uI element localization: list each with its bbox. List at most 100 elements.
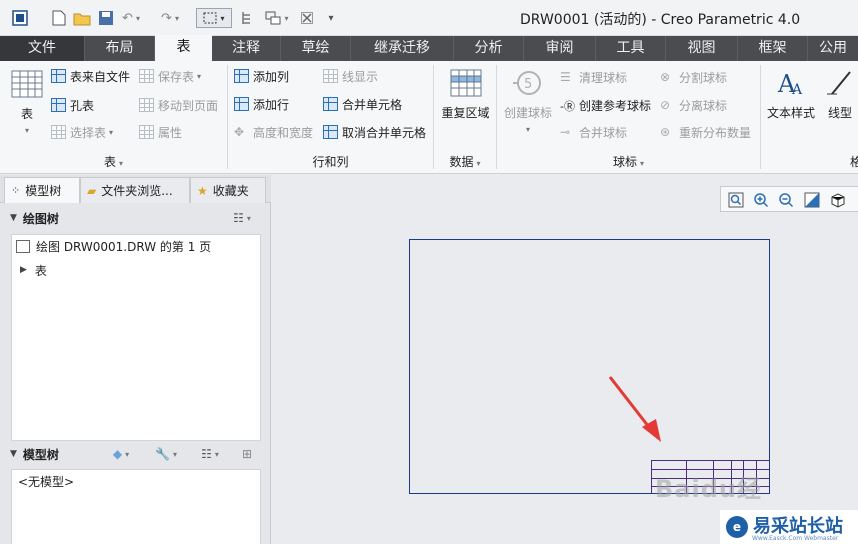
refit-icon[interactable] xyxy=(727,191,745,209)
table-from-file-button[interactable]: 表来自文件 xyxy=(51,66,130,86)
select-table-button[interactable]: 选择表 ▾ xyxy=(51,122,113,142)
filter-icon: ⊞ xyxy=(241,447,253,461)
line-display-button[interactable]: 线显示 xyxy=(323,66,378,86)
title-bar: ↶ ▾ ↷ ▾ ▾ ▾ ▾ DRW0001 (活动的) - Creo Paramet… xyxy=(0,0,858,36)
tab-view[interactable]: 视图 xyxy=(666,36,738,61)
zoom-in-icon[interactable] xyxy=(752,191,770,209)
folder-browser-tab-label: 文件夹浏览... xyxy=(101,184,173,198)
properties-label: 属性 xyxy=(158,125,183,140)
windows-icon[interactable]: ▾ xyxy=(262,8,292,28)
tab-analysis[interactable]: 分析 xyxy=(454,36,524,61)
svg-text:5: 5 xyxy=(524,77,532,92)
redistribute-qty-button[interactable]: ⊛ 重新分布数量 xyxy=(660,122,751,142)
tab-layout[interactable]: 布局 xyxy=(85,36,155,61)
ribbon-tab-strip: 文件 布局 表 注释 草绘 继承迁移 分析 审阅 工具 视图 框架 公用 xyxy=(0,35,858,61)
line-style-button[interactable]: 线型 xyxy=(822,68,858,121)
split-balloon-button[interactable]: ⊗ 分割球标 xyxy=(660,67,727,87)
tab-favorites[interactable]: ★ 收藏夹 xyxy=(190,177,266,203)
list-settings-icon: ☷ xyxy=(201,447,212,461)
select-box-icon[interactable]: ▾ xyxy=(196,8,232,28)
repaint-icon[interactable] xyxy=(803,191,821,209)
clean-balloon-label: 清理球标 xyxy=(579,70,628,85)
show-button[interactable]: ◆ ▾ xyxy=(106,444,136,464)
site-name: 易采站长站 xyxy=(753,516,843,537)
undo-icon[interactable]: ↶ ▾ xyxy=(121,8,141,28)
eraser-icon: ◆ xyxy=(112,447,123,461)
tab-folder-browser[interactable]: ▰ 文件夹浏览... xyxy=(80,177,190,203)
separate-balloon-label: 分离球标 xyxy=(679,98,728,113)
add-column-label: 添加列 xyxy=(253,69,290,84)
graphics-window[interactable] xyxy=(272,175,858,544)
new-file-icon[interactable] xyxy=(50,8,68,28)
hole-table-button[interactable]: 孔表 xyxy=(51,95,94,115)
tab-framework[interactable]: 框架 xyxy=(738,36,808,61)
unmerge-cells-icon xyxy=(323,125,338,139)
add-column-button[interactable]: 添加列 xyxy=(234,66,289,86)
save-icon[interactable] xyxy=(96,8,116,28)
drawing-tree-title: 绘图树 xyxy=(22,211,59,226)
data-group-label[interactable]: 数据 ▾ xyxy=(434,153,496,170)
open-folder-icon[interactable] xyxy=(72,8,92,28)
expand-icon: ▶ xyxy=(20,265,27,275)
model-tree-header[interactable]: ▼ 模型树 xyxy=(10,442,59,466)
model-tree-title: 模型树 xyxy=(22,447,59,462)
tab-sketch[interactable]: 草绘 xyxy=(281,36,351,61)
line-display-icon xyxy=(323,69,338,83)
merge-cells-button[interactable]: 合并单元格 xyxy=(323,94,402,114)
clean-balloon-button[interactable]: ☰ 清理球标 xyxy=(560,67,627,87)
create-ref-balloon-button[interactable]: -Ⓡ 创建参考球标 xyxy=(560,95,651,115)
model-tree: <无模型> xyxy=(11,469,261,544)
redistribute-icon: ⊛ xyxy=(660,125,671,139)
folder-icon: ▰ xyxy=(87,183,97,198)
window-title: DRW0001 (活动的) - Creo Parametric 4.0 xyxy=(520,12,801,28)
drawing-tree-header[interactable]: ▼ 绘图树 xyxy=(10,206,59,230)
split-balloon-label: 分割球标 xyxy=(679,70,728,85)
merge-cells-label: 合并单元格 xyxy=(342,97,403,112)
separate-balloon-button[interactable]: ⊘ 分离球标 xyxy=(660,95,727,115)
table-icon xyxy=(11,69,43,99)
svg-text:A: A xyxy=(791,82,803,98)
save-table-label: 保存表 xyxy=(158,69,195,84)
table-node[interactable]: ▶ 表 xyxy=(20,261,47,279)
save-table-button[interactable]: 保存表 ▾ xyxy=(139,66,201,86)
display-style-icon[interactable] xyxy=(829,191,847,209)
no-model-text: <无模型> xyxy=(18,474,75,489)
tab-table[interactable]: 表 xyxy=(155,35,212,61)
unmerge-cells-button[interactable]: 取消合并单元格 xyxy=(323,122,426,142)
site-subtitle: Www.Easck.Com Webmaster xyxy=(752,535,839,542)
tab-common[interactable]: 公用 xyxy=(808,36,858,61)
tab-review[interactable]: 审阅 xyxy=(524,36,596,61)
hole-table-icon xyxy=(51,98,66,112)
select-table-label: 选择表 xyxy=(70,125,107,140)
redo-icon[interactable]: ↷ ▾ xyxy=(160,8,180,28)
balloon-group-label[interactable]: 球标 ▾ xyxy=(497,153,760,170)
table-group-label[interactable]: 表 ▾ xyxy=(0,153,227,170)
table-button[interactable]: 表 ▾ xyxy=(8,69,46,136)
properties-button[interactable]: 属性 xyxy=(139,122,182,142)
regenerate-icon[interactable] xyxy=(238,8,256,28)
merge-balloon-button[interactable]: ⊸ 合并球标 xyxy=(560,122,627,142)
repeat-region-button[interactable]: 重复区域 xyxy=(437,68,494,121)
text-style-button[interactable]: AA 文本样式 xyxy=(764,68,818,121)
customize-icon[interactable]: ▾ xyxy=(322,8,340,28)
tree-settings-button[interactable]: ☷ ▾ xyxy=(224,208,260,228)
tab-model-tree[interactable]: ⁘ 模型树 xyxy=(4,177,80,203)
save-table-icon xyxy=(139,69,154,83)
close-window-icon[interactable] xyxy=(298,8,316,28)
height-width-button[interactable]: ✥ 高度和宽度 xyxy=(234,122,313,142)
window-icon[interactable] xyxy=(10,8,30,28)
line-style-icon xyxy=(824,68,856,98)
tab-annotate[interactable]: 注释 xyxy=(212,36,281,61)
add-row-button[interactable]: 添加行 xyxy=(234,94,289,114)
merge-balloon-icon: ⊸ xyxy=(560,125,571,139)
model-tree-settings-button[interactable]: ☷ ▾ xyxy=(192,444,228,464)
move-to-page-button[interactable]: 移动到页面 xyxy=(139,95,218,115)
drawing-sheet-node[interactable]: 绘图 DRW0001.DRW 的第 1 页 xyxy=(16,237,211,255)
tab-file[interactable]: 文件 xyxy=(0,36,85,61)
tab-legacy-migration[interactable]: 继承迁移 xyxy=(351,36,454,61)
create-balloon-button[interactable]: 5 创建球标 ▾ xyxy=(500,68,556,135)
filter-button[interactable]: ⊞ xyxy=(236,444,258,464)
tools-button[interactable]: 🔧 ▾ xyxy=(148,444,184,464)
zoom-out-icon[interactable] xyxy=(777,191,795,209)
tab-tools[interactable]: 工具 xyxy=(596,36,666,61)
